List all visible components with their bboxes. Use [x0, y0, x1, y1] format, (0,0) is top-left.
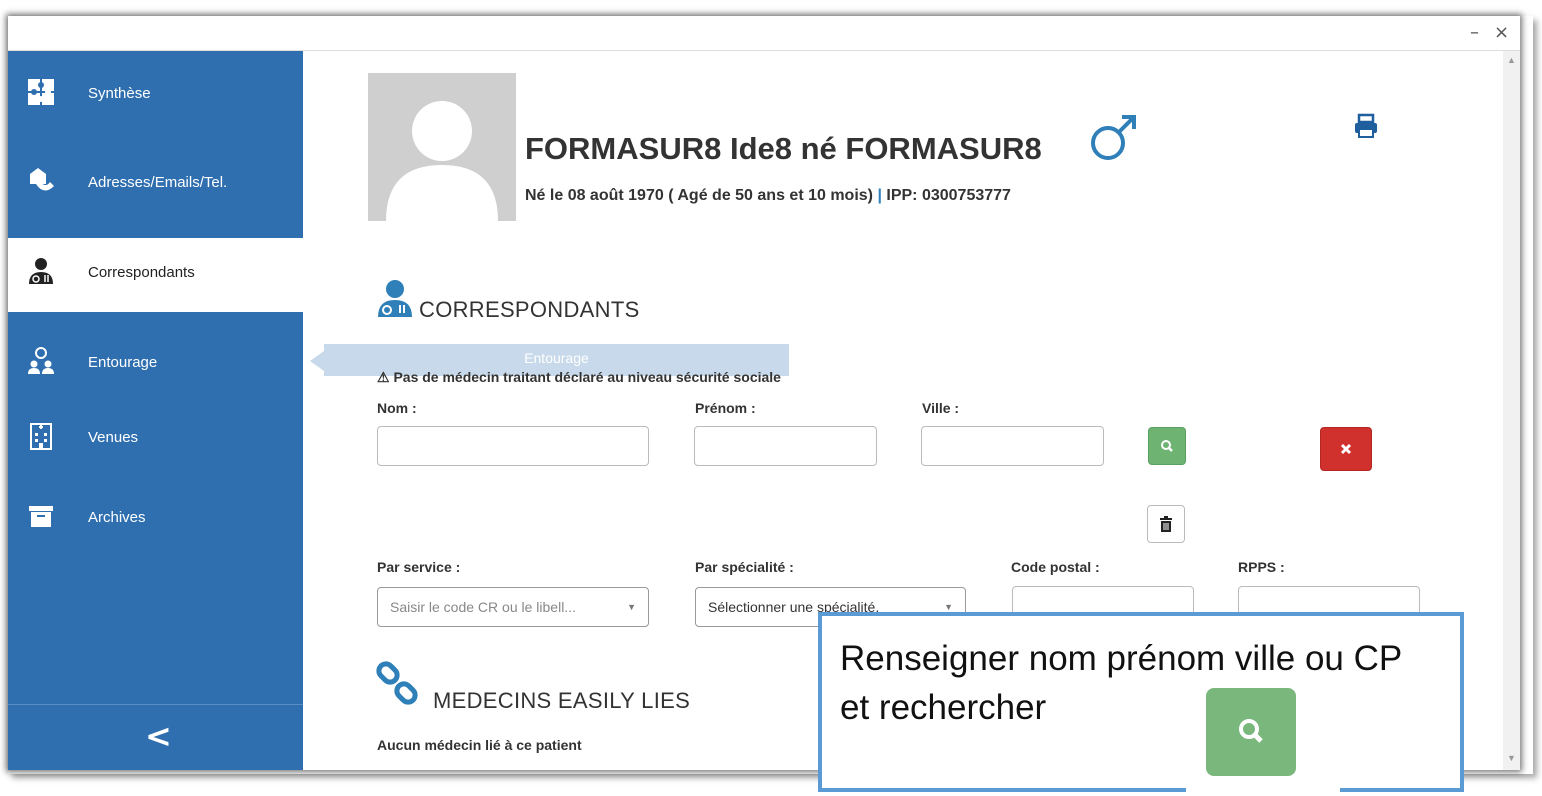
envelope-phone-icon	[30, 168, 54, 191]
service-select[interactable]: Saisir le code CR ou le libell... ▼	[377, 587, 649, 627]
sidebar-item-entourage[interactable]: Entourage	[8, 328, 303, 402]
callout-text: Renseigner nom prénom ville ou CP et rec…	[840, 639, 1402, 727]
sidebar: Synthèse Adresses/Emails/Tel. Correspond…	[8, 51, 303, 770]
clear-button[interactable]	[1320, 427, 1372, 471]
doctor-icon	[29, 258, 53, 284]
sidebar-item-label: Entourage	[88, 354, 158, 371]
scroll-up-icon[interactable]: ▲	[1507, 55, 1516, 65]
ville-label: Ville :	[922, 400, 960, 416]
puzzle-icon	[28, 79, 54, 105]
print-icon[interactable]	[1353, 113, 1379, 139]
sidebar-item-synthese[interactable]: Synthèse	[8, 59, 303, 133]
no-treating-doctor-warning: ⚠ Pas de médecin traitant déclaré au niv…	[377, 369, 781, 385]
prenom-label: Prénom :	[695, 400, 756, 416]
chevron-left-icon: <	[145, 717, 172, 755]
search-icon	[1239, 719, 1263, 743]
no-linked-doctor-text: Aucun médecin lié à ce patient	[377, 737, 582, 753]
doctor-section-icon	[378, 280, 412, 317]
sidebar-collapse-button[interactable]: <	[8, 704, 303, 771]
patient-name: FORMASUR8 Ide8 né FORMASUR8	[525, 131, 1042, 166]
callout-search-button	[1206, 688, 1296, 776]
rpps-label: RPPS :	[1238, 559, 1285, 575]
sidebar-item-label: Synthèse	[88, 85, 151, 102]
link-icon	[376, 661, 418, 705]
people-icon	[28, 347, 54, 374]
caret-down-icon: ▼	[627, 602, 636, 612]
user-silhouette-icon	[386, 101, 498, 221]
vertical-scrollbar[interactable]: ▲ ▼	[1503, 51, 1520, 770]
sidebar-item-venues[interactable]: Venues	[8, 403, 303, 477]
title-bar: – ×	[8, 16, 1520, 51]
sidebar-item-label: Correspondants	[88, 264, 195, 281]
delete-button[interactable]	[1147, 505, 1185, 543]
correspondants-title: CORRESPONDANTS	[419, 297, 640, 322]
caret-down-icon: ▼	[944, 602, 953, 612]
scroll-down-icon[interactable]: ▼	[1507, 753, 1516, 763]
nom-label: Nom :	[377, 400, 417, 416]
patient-info: Né le 08 août 1970 ( Agé de 50 ans et 10…	[525, 187, 1011, 205]
avatar	[368, 73, 516, 221]
search-button[interactable]	[1148, 427, 1186, 465]
close-icon	[1340, 443, 1352, 455]
info-separator: |	[877, 187, 882, 204]
service-label: Par service :	[377, 559, 461, 575]
sidebar-item-label: Archives	[88, 509, 146, 526]
code-postal-label: Code postal :	[1011, 559, 1100, 575]
sidebar-item-correspondants[interactable]: Correspondants	[8, 238, 303, 312]
male-gender-icon	[1091, 115, 1136, 160]
sidebar-item-label: Venues	[88, 429, 139, 446]
search-icon	[1161, 440, 1173, 452]
patient-birth-age: Né le 08 août 1970 ( Agé de 50 ans et 10…	[525, 187, 873, 204]
instruction-callout: Renseigner nom prénom ville ou CP et rec…	[818, 612, 1464, 796]
patient-ipp: IPP: 0300753777	[886, 187, 1011, 204]
prenom-input[interactable]	[694, 426, 877, 466]
sidebar-item-adresses[interactable]: Adresses/Emails/Tel.	[8, 148, 303, 222]
medecins-lies-title: MEDECINS EASILY LIES	[433, 688, 691, 713]
specialite-label: Par spécialité :	[695, 559, 794, 575]
tooltip-arrow	[310, 351, 324, 371]
sidebar-item-archives[interactable]: Archives	[8, 483, 303, 557]
minimize-button[interactable]: –	[1470, 22, 1479, 43]
close-window-button[interactable]: ×	[1494, 22, 1509, 43]
sidebar-item-label: Adresses/Emails/Tel.	[88, 174, 228, 191]
warning-icon: ⚠	[377, 369, 390, 385]
archive-box-icon	[29, 506, 53, 527]
nom-input[interactable]	[377, 426, 649, 466]
trash-icon	[1160, 516, 1172, 532]
hospital-icon	[30, 423, 52, 450]
ville-input[interactable]	[921, 426, 1104, 466]
